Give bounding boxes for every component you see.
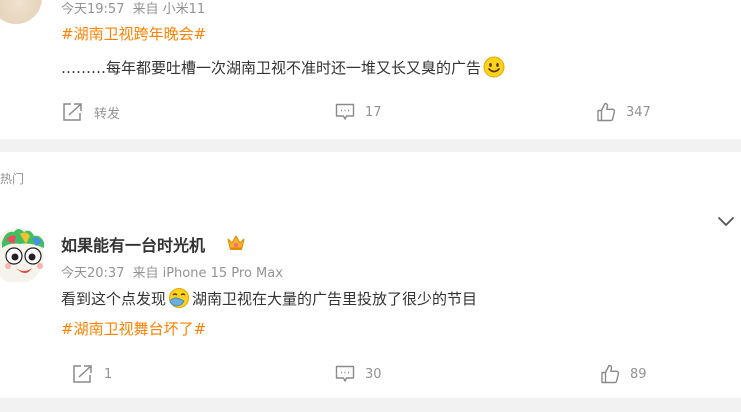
like-icon bbox=[601, 364, 620, 384]
repost-icon bbox=[73, 365, 92, 383]
like-count: 347 bbox=[626, 104, 651, 120]
facepalm-emoji bbox=[168, 287, 190, 313]
repost-button[interactable]: 1 bbox=[72, 359, 112, 389]
like-count: 89 bbox=[630, 366, 647, 382]
like-button[interactable]: 347 bbox=[596, 97, 651, 127]
repost-count: 1 bbox=[104, 366, 113, 382]
post-time: 今天20:37 bbox=[61, 266, 125, 281]
like-button[interactable]: 89 bbox=[600, 359, 647, 389]
post-time: 今天19:57 bbox=[61, 2, 125, 17]
post-content: ………每年都要吐槽一次湖南卫视不准时还一堆又长又臭的广告 bbox=[61, 56, 507, 82]
smile-emoji bbox=[483, 56, 505, 82]
action-bar: 1 30 89 bbox=[0, 359, 741, 389]
section-divider bbox=[0, 139, 741, 152]
crown-icon bbox=[226, 233, 246, 255]
post-content: 看到这个点发现 湖南卫视在大量的广告里投放了很少的节目 bbox=[61, 287, 477, 313]
comment-button[interactable]: 17 bbox=[335, 97, 382, 127]
post-text: 看到这个点发现 bbox=[61, 290, 167, 308]
post-source: 来自 小米11 bbox=[132, 2, 206, 17]
comment-count: 30 bbox=[365, 366, 382, 382]
section-label-hot: 热门 bbox=[0, 172, 25, 186]
comment-icon bbox=[335, 365, 355, 382]
repost-button[interactable]: 转发 bbox=[62, 97, 120, 127]
action-bar: 转发 17 347 bbox=[0, 97, 741, 127]
post-text: ………每年都要吐槽一次湖南卫视不准时还一堆又长又臭的广告 bbox=[61, 59, 482, 77]
post-card: 今天19:57 来自 小米11 #湖南卫视跨年晚会# ………每年都要吐槽一次湖南卫… bbox=[0, 0, 741, 139]
post-meta: 今天19:57 来自 小米11 bbox=[61, 0, 213, 17]
like-icon bbox=[597, 102, 616, 122]
repost-icon bbox=[63, 103, 82, 121]
comment-count: 17 bbox=[365, 104, 382, 120]
comment-icon bbox=[335, 103, 355, 120]
username[interactable]: 如果能有一台时光机 bbox=[61, 232, 205, 256]
post-source: 来自 iPhone 15 Pro Max bbox=[132, 266, 283, 281]
avatar[interactable] bbox=[0, 222, 48, 282]
post-meta: 今天20:37 来自 iPhone 15 Pro Max bbox=[61, 262, 291, 281]
avatar[interactable] bbox=[0, 0, 42, 24]
comment-button[interactable]: 30 bbox=[335, 359, 382, 389]
chevron-down-icon[interactable] bbox=[717, 213, 735, 232]
hashtag-link[interactable]: #湖南卫视跨年晚会# bbox=[61, 23, 206, 44]
repost-label: 转发 bbox=[94, 106, 121, 122]
post-text-continued: 湖南卫视在大量的广告里投放了很少的节目 bbox=[192, 290, 478, 308]
section-divider bbox=[0, 398, 741, 412]
hashtag-link[interactable]: #湖南卫视舞台坏了# bbox=[61, 318, 206, 339]
